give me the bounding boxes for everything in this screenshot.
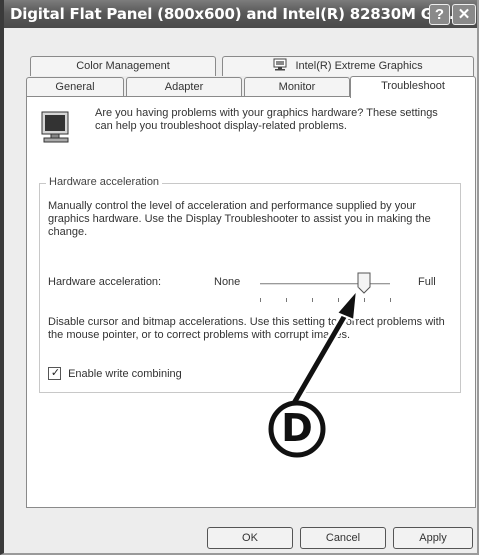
intel-graphics-icon bbox=[273, 58, 287, 71]
tab-label: Adapter bbox=[164, 81, 204, 93]
tab-monitor[interactable]: Monitor bbox=[244, 77, 350, 97]
tab-label: General bbox=[55, 81, 95, 93]
write-combining-checkbox[interactable]: ✓ bbox=[48, 367, 61, 380]
window-title: Digital Flat Panel (800x600) and Intel(R… bbox=[10, 5, 455, 23]
tab-label: Troubleshoot bbox=[381, 80, 445, 92]
slider-tick bbox=[286, 298, 287, 302]
acceleration-slider-thumb[interactable] bbox=[357, 272, 371, 294]
tab-intel-extreme-graphics[interactable]: Intel(R) Extreme Graphics bbox=[222, 56, 474, 76]
slider-tick bbox=[338, 298, 339, 302]
tab-label: Intel(R) Extreme Graphics bbox=[295, 60, 423, 72]
monitor-icon bbox=[41, 111, 69, 143]
slider-min-label: None bbox=[214, 276, 241, 288]
slider-max-label: Full bbox=[418, 276, 436, 288]
slider-label: Hardware acceleration: bbox=[48, 276, 162, 288]
tab-label: Color Management bbox=[76, 60, 170, 72]
title-bar[interactable]: Digital Flat Panel (800x600) and Intel(R… bbox=[4, 0, 477, 28]
checkbox-label: Enable write combining bbox=[68, 367, 182, 380]
callout-label: D bbox=[281, 406, 313, 450]
close-button[interactable]: ✕ bbox=[452, 4, 476, 25]
intro-text: Are you having problems with your graphi… bbox=[95, 107, 438, 132]
slider-tick bbox=[312, 298, 313, 302]
slider-tick bbox=[390, 298, 391, 302]
slider-tick bbox=[364, 298, 365, 302]
acceleration-description: Manually control the level of accelerati… bbox=[48, 200, 431, 238]
display-properties-window: Digital Flat Panel (800x600) and Intel(R… bbox=[0, 0, 479, 555]
tab-label: Monitor bbox=[278, 81, 316, 93]
ok-button[interactable]: OK bbox=[207, 527, 293, 549]
cancel-button[interactable]: Cancel bbox=[300, 527, 386, 549]
hardware-acceleration-group: Hardware acceleration Manually control t… bbox=[39, 176, 461, 393]
disable-accelerations-text: Disable cursor and bitmap accelerations.… bbox=[48, 316, 445, 341]
tab-color-management[interactable]: Color Management bbox=[30, 56, 216, 76]
troubleshoot-panel: Are you having problems with your graphi… bbox=[26, 96, 476, 508]
group-title: Hardware acceleration bbox=[46, 176, 163, 188]
tab-general[interactable]: General bbox=[26, 77, 124, 97]
tab-troubleshoot[interactable]: Troubleshoot bbox=[350, 76, 476, 98]
slider-tick bbox=[260, 298, 261, 302]
help-button[interactable]: ? bbox=[429, 4, 450, 25]
apply-button[interactable]: Apply bbox=[393, 527, 473, 549]
tab-adapter[interactable]: Adapter bbox=[126, 77, 242, 97]
write-combining-option[interactable]: ✓ Enable write combining bbox=[48, 367, 182, 380]
checkmark-icon: ✓ bbox=[50, 367, 61, 379]
